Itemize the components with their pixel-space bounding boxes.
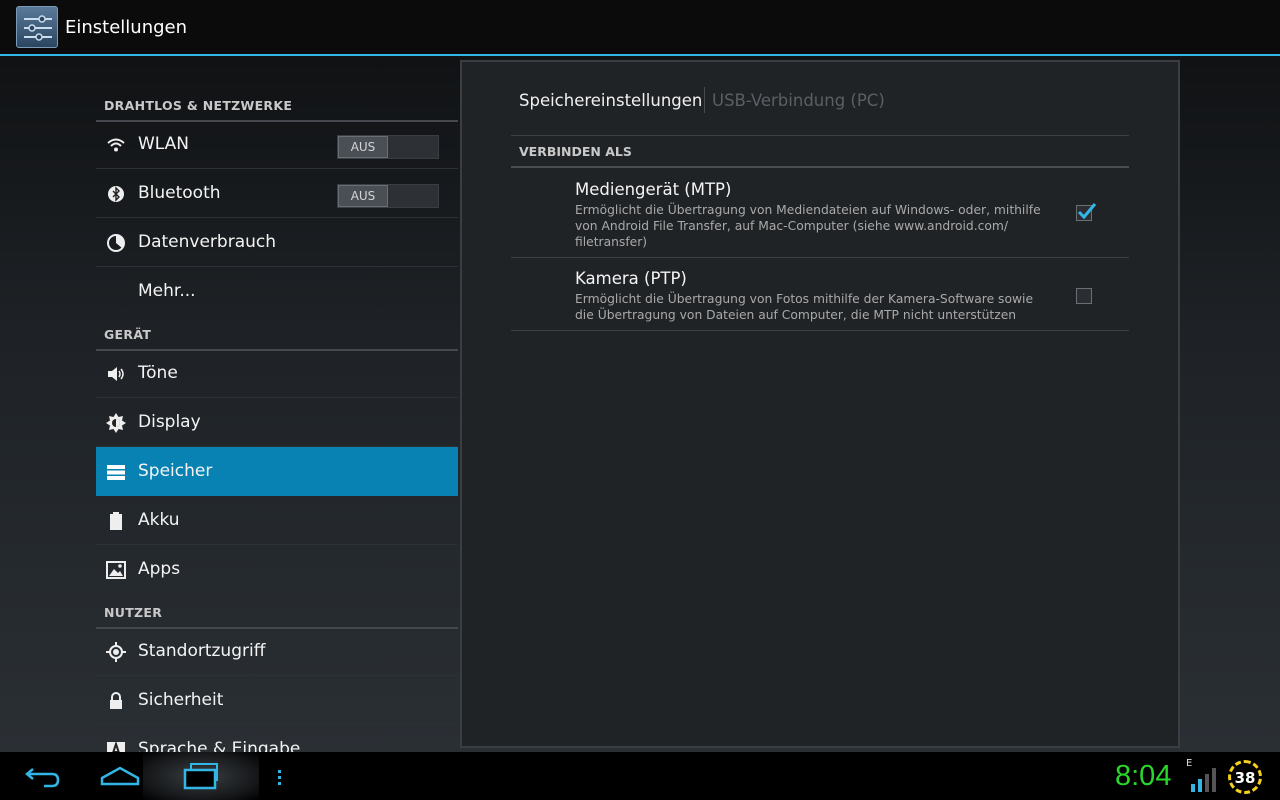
battery-level: 38 bbox=[1234, 769, 1256, 787]
tab-usb-verbindung[interactable]: USB-Verbindung (PC) bbox=[712, 91, 885, 110]
sidebar-item-label: Bluetooth bbox=[138, 183, 221, 203]
wifi-icon bbox=[106, 135, 126, 155]
mtp-checkbox[interactable] bbox=[1076, 203, 1097, 221]
sidebar-item-label: Töne bbox=[138, 363, 178, 383]
status-clock[interactable]: 8:04 bbox=[1115, 760, 1171, 793]
sidebar-item-sprache[interactable]: Sprache & Eingabe bbox=[96, 725, 458, 752]
sidebar-item-mehr[interactable]: Mehr... bbox=[96, 267, 458, 316]
sidebar-item-label: Apps bbox=[138, 559, 181, 579]
settings-app-icon[interactable] bbox=[16, 6, 58, 48]
sidebar-item-bluetooth[interactable]: Bluetooth AUS bbox=[96, 169, 458, 218]
toggle-state: AUS bbox=[338, 185, 388, 207]
bluetooth-toggle[interactable]: AUS bbox=[337, 184, 439, 208]
sidebar-item-label: Sprache & Eingabe bbox=[138, 739, 301, 752]
recent-apps-button[interactable] bbox=[181, 760, 221, 792]
home-icon bbox=[100, 766, 140, 786]
location-icon bbox=[106, 642, 126, 662]
wlan-toggle[interactable]: AUS bbox=[337, 135, 439, 159]
back-icon bbox=[25, 768, 60, 788]
divider bbox=[511, 166, 1129, 168]
sidebar-item-apps[interactable]: Apps bbox=[96, 545, 458, 594]
back-button[interactable] bbox=[20, 760, 60, 792]
overflow-icon bbox=[278, 770, 281, 785]
sidebar-item-datenverbrauch[interactable]: Datenverbrauch bbox=[96, 218, 458, 267]
option-title: Mediengerät (MTP) bbox=[575, 180, 732, 199]
apps-icon bbox=[106, 560, 126, 580]
sidebar-item-label: Sicherheit bbox=[138, 690, 224, 710]
checkmark-icon bbox=[1077, 203, 1097, 220]
recent-apps-icon bbox=[183, 763, 218, 790]
content-area: DRAHTLOS & NETZWERKE WLAN AUS Bluetooth … bbox=[0, 56, 1280, 752]
sidebar-item-speicher[interactable]: Speicher bbox=[96, 447, 458, 496]
section-header-connect-as: VERBINDEN ALS bbox=[519, 144, 632, 159]
sidebar-item-label: Speicher bbox=[138, 461, 213, 481]
battery-icon bbox=[106, 511, 126, 531]
section-header-user: NUTZER bbox=[96, 595, 458, 629]
sidebar-item-akku[interactable]: Akku bbox=[96, 496, 458, 545]
data-usage-icon bbox=[106, 233, 126, 253]
storage-icon bbox=[106, 462, 126, 482]
home-button[interactable] bbox=[100, 760, 140, 792]
divider bbox=[511, 135, 1129, 136]
sidebar-item-sicherheit[interactable]: Sicherheit bbox=[96, 676, 458, 725]
battery-level-icon: 38 bbox=[1228, 760, 1262, 794]
brightness-icon bbox=[106, 413, 126, 433]
toggle-state: AUS bbox=[338, 136, 388, 158]
sidebar-item-wlan[interactable]: WLAN AUS bbox=[96, 120, 458, 169]
overflow-menu-button[interactable] bbox=[270, 760, 290, 792]
signal-icon bbox=[1190, 766, 1222, 796]
action-bar: Einstellungen bbox=[0, 0, 1280, 56]
speaker-icon bbox=[106, 364, 126, 384]
app-title: Einstellungen bbox=[65, 17, 188, 38]
divider bbox=[511, 330, 1129, 331]
sidebar-item-label: WLAN bbox=[138, 134, 190, 154]
sidebar-item-label: Standortzugriff bbox=[138, 641, 266, 661]
option-description: Ermöglicht die Übertragung von Mediendat… bbox=[575, 203, 1041, 249]
sidebar-item-display[interactable]: Display bbox=[96, 398, 458, 447]
bluetooth-icon bbox=[106, 184, 126, 204]
section-header-wireless: DRAHTLOS & NETZWERKE bbox=[96, 88, 458, 122]
detail-panel: Speichereinstellungen USB-Verbindung (PC… bbox=[460, 60, 1180, 748]
sidebar-item-label: Display bbox=[138, 412, 201, 432]
section-header-device: GERÄT bbox=[96, 317, 458, 351]
system-nav-bar: 8:04 E 38 bbox=[0, 752, 1280, 800]
option-description: Ermöglicht die Übertragung von Fotos mit… bbox=[575, 292, 1034, 322]
sidebar-item-label: Datenverbrauch bbox=[138, 232, 277, 252]
sidebar-item-label: Mehr... bbox=[138, 281, 196, 301]
tab-divider bbox=[704, 87, 705, 113]
ptp-checkbox[interactable] bbox=[1076, 288, 1092, 304]
lock-icon bbox=[106, 691, 126, 711]
sidebar-item-label: Akku bbox=[138, 510, 180, 530]
sidebar-item-standortzugriff[interactable]: Standortzugriff bbox=[96, 627, 458, 676]
settings-list: DRAHTLOS & NETZWERKE WLAN AUS Bluetooth … bbox=[96, 56, 458, 752]
divider bbox=[511, 257, 1129, 258]
sidebar-item-toene[interactable]: Töne bbox=[96, 349, 458, 398]
language-icon bbox=[106, 740, 126, 752]
tab-speichereinstellungen[interactable]: Speichereinstellungen bbox=[519, 91, 702, 110]
option-title: Kamera (PTP) bbox=[575, 269, 687, 288]
